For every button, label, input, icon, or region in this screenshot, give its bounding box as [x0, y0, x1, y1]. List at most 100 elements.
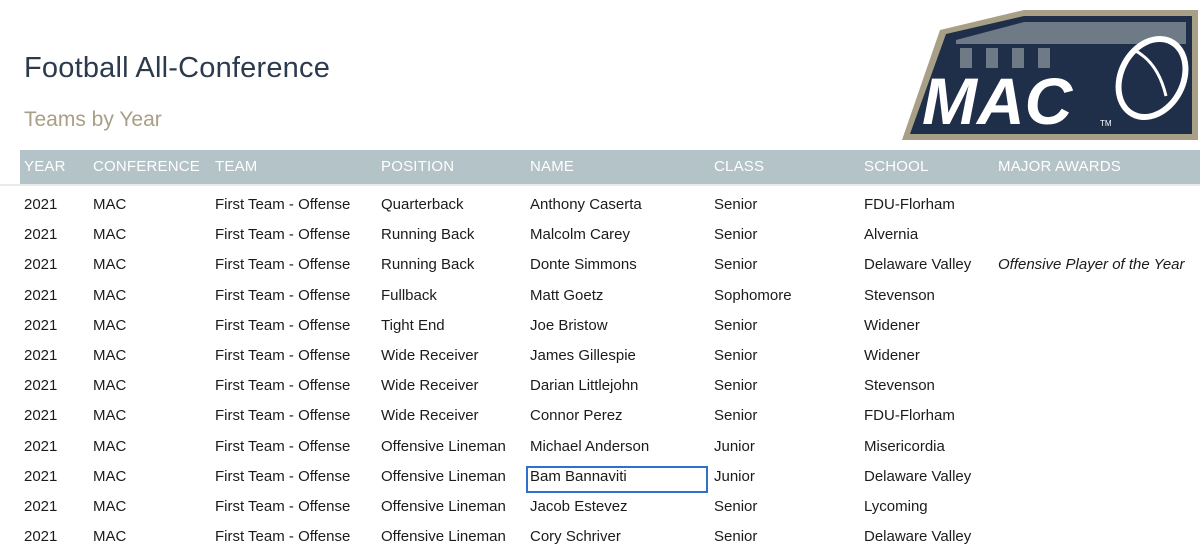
column-header-major-awards[interactable]: MAJOR AWARDS — [998, 158, 1121, 175]
cell-year[interactable]: 2021 — [24, 317, 57, 334]
cell-name[interactable]: Donte Simmons — [530, 256, 637, 273]
cell-year[interactable]: 2021 — [24, 377, 57, 394]
cell-school[interactable]: Stevenson — [864, 377, 935, 394]
cell-school[interactable]: Widener — [864, 347, 920, 364]
cell-year[interactable]: 2021 — [24, 287, 57, 304]
table-row[interactable]: 2021 MAC First Team - Offense Wide Receiver… — [0, 373, 1200, 403]
table-row[interactable]: 2021 MAC First Team - Offense Offensive Lin… — [0, 464, 1200, 494]
cell-name[interactable]: Darian Littlejohn — [530, 377, 638, 394]
cell-school[interactable]: Delaware Valley — [864, 528, 971, 545]
column-header-team[interactable]: TEAM — [215, 158, 257, 175]
cell-conference[interactable]: MAC — [93, 226, 126, 243]
cell-conference[interactable]: MAC — [93, 347, 126, 364]
cell-class[interactable]: Senior — [714, 347, 757, 364]
column-header-position[interactable]: POSITION — [381, 158, 454, 175]
cell-class[interactable]: Sophomore — [714, 287, 792, 304]
table-row[interactable]: 2021 MAC First Team - Offense Fullback Matt … — [0, 283, 1200, 313]
cell-name[interactable]: Connor Perez — [530, 407, 623, 424]
cell-team[interactable]: First Team - Offense — [215, 196, 350, 213]
cell-year[interactable]: 2021 — [24, 498, 57, 515]
cell-class[interactable]: Senior — [714, 196, 757, 213]
cell-position[interactable]: Wide Receiver — [381, 407, 479, 424]
cell-position[interactable]: Fullback — [381, 287, 437, 304]
cell-conference[interactable]: MAC — [93, 256, 126, 273]
cell-conference[interactable]: MAC — [93, 287, 126, 304]
table-row[interactable]: 2021 MAC First Team - Offense Wide Receiver… — [0, 403, 1200, 433]
cell-class[interactable]: Junior — [714, 468, 755, 485]
cell-school[interactable]: Stevenson — [864, 287, 935, 304]
cell-school[interactable]: FDU-Florham — [864, 196, 955, 213]
cell-class[interactable]: Senior — [714, 317, 757, 334]
cell-conference[interactable]: MAC — [93, 196, 126, 213]
cell-conference[interactable]: MAC — [93, 468, 126, 485]
cell-school[interactable]: Delaware Valley — [864, 468, 971, 485]
cell-school[interactable]: Misericordia — [864, 438, 945, 455]
cell-team[interactable]: First Team - Offense — [215, 528, 350, 545]
cell-school[interactable]: Lycoming — [864, 498, 928, 515]
table-row[interactable]: 2021 MAC First Team - Offense Offensive Lin… — [0, 434, 1200, 464]
table-row[interactable]: 2021 MAC First Team - Offense Offensive Lin… — [0, 524, 1200, 554]
cell-class[interactable]: Senior — [714, 226, 757, 243]
cell-class[interactable]: Senior — [714, 407, 757, 424]
cell-team[interactable]: First Team - Offense — [215, 377, 350, 394]
cell-team[interactable]: First Team - Offense — [215, 468, 350, 485]
cell-conference[interactable]: MAC — [93, 377, 126, 394]
cell-year[interactable]: 2021 — [24, 196, 57, 213]
cell-team[interactable]: First Team - Offense — [215, 287, 350, 304]
cell-position[interactable]: Wide Receiver — [381, 347, 479, 364]
cell-team[interactable]: First Team - Offense — [215, 347, 350, 364]
cell-class[interactable]: Junior — [714, 438, 755, 455]
cell-position[interactable]: Offensive Lineman — [381, 468, 506, 485]
table-row[interactable]: 2021 MAC First Team - Offense Running Back D… — [0, 252, 1200, 282]
cell-conference[interactable]: MAC — [93, 528, 126, 545]
cell-position[interactable]: Running Back — [381, 256, 474, 273]
cell-name[interactable]: James Gillespie — [530, 347, 636, 364]
cell-conference[interactable]: MAC — [93, 407, 126, 424]
cell-name[interactable]: Anthony Caserta — [530, 196, 642, 213]
cell-year[interactable]: 2021 — [24, 256, 57, 273]
cell-position[interactable]: Running Back — [381, 226, 474, 243]
cell-team[interactable]: First Team - Offense — [215, 317, 350, 334]
cell-class[interactable]: Senior — [714, 528, 757, 545]
cell-school[interactable]: Widener — [864, 317, 920, 334]
cell-position[interactable]: Quarterback — [381, 196, 464, 213]
cell-conference[interactable]: MAC — [93, 498, 126, 515]
table-row[interactable]: 2021 MAC First Team - Offense Running Back M… — [0, 222, 1200, 252]
cell-name[interactable]: Cory Schriver — [530, 528, 621, 545]
cell-team[interactable]: First Team - Offense — [215, 407, 350, 424]
table-row[interactable]: 2021 MAC First Team - Offense Tight End Joe … — [0, 313, 1200, 343]
cell-position[interactable]: Wide Receiver — [381, 377, 479, 394]
cell-name[interactable]: Joe Bristow — [530, 317, 608, 334]
cell-position[interactable]: Offensive Lineman — [381, 528, 506, 545]
cell-conference[interactable]: MAC — [93, 438, 126, 455]
column-header-conference[interactable]: CONFERENCE — [93, 158, 200, 175]
table-row[interactable]: 2021 MAC First Team - Offense Wide Receiver… — [0, 343, 1200, 373]
cell-position[interactable]: Offensive Lineman — [381, 498, 506, 515]
cell-name[interactable]: Matt Goetz — [530, 287, 603, 304]
cell-position[interactable]: Tight End — [381, 317, 445, 334]
cell-year[interactable]: 2021 — [24, 407, 57, 424]
cell-major-awards[interactable]: Offensive Player of the Year — [998, 256, 1185, 273]
cell-year[interactable]: 2021 — [24, 347, 57, 364]
cell-class[interactable]: Senior — [714, 498, 757, 515]
cell-team[interactable]: First Team - Offense — [215, 438, 350, 455]
cell-team[interactable]: First Team - Offense — [215, 256, 350, 273]
cell-school[interactable]: Alvernia — [864, 226, 918, 243]
cell-year[interactable]: 2021 — [24, 226, 57, 243]
cell-name[interactable]: Jacob Estevez — [530, 498, 628, 515]
column-header-class[interactable]: CLASS — [714, 158, 764, 175]
cell-name[interactable]: Bam Bannaviti — [530, 468, 627, 485]
table-row[interactable]: 2021 MAC First Team - Offense Offensive Lin… — [0, 494, 1200, 524]
cell-team[interactable]: First Team - Offense — [215, 226, 350, 243]
cell-team[interactable]: First Team - Offense — [215, 498, 350, 515]
cell-year[interactable]: 2021 — [24, 468, 57, 485]
column-header-name[interactable]: NAME — [530, 158, 574, 175]
cell-class[interactable]: Senior — [714, 256, 757, 273]
cell-conference[interactable]: MAC — [93, 317, 126, 334]
cell-year[interactable]: 2021 — [24, 438, 57, 455]
column-header-year[interactable]: YEAR — [24, 158, 66, 175]
cell-class[interactable]: Senior — [714, 377, 757, 394]
cell-name[interactable]: Malcolm Carey — [530, 226, 630, 243]
cell-name[interactable]: Michael Anderson — [530, 438, 649, 455]
cell-position[interactable]: Offensive Lineman — [381, 438, 506, 455]
